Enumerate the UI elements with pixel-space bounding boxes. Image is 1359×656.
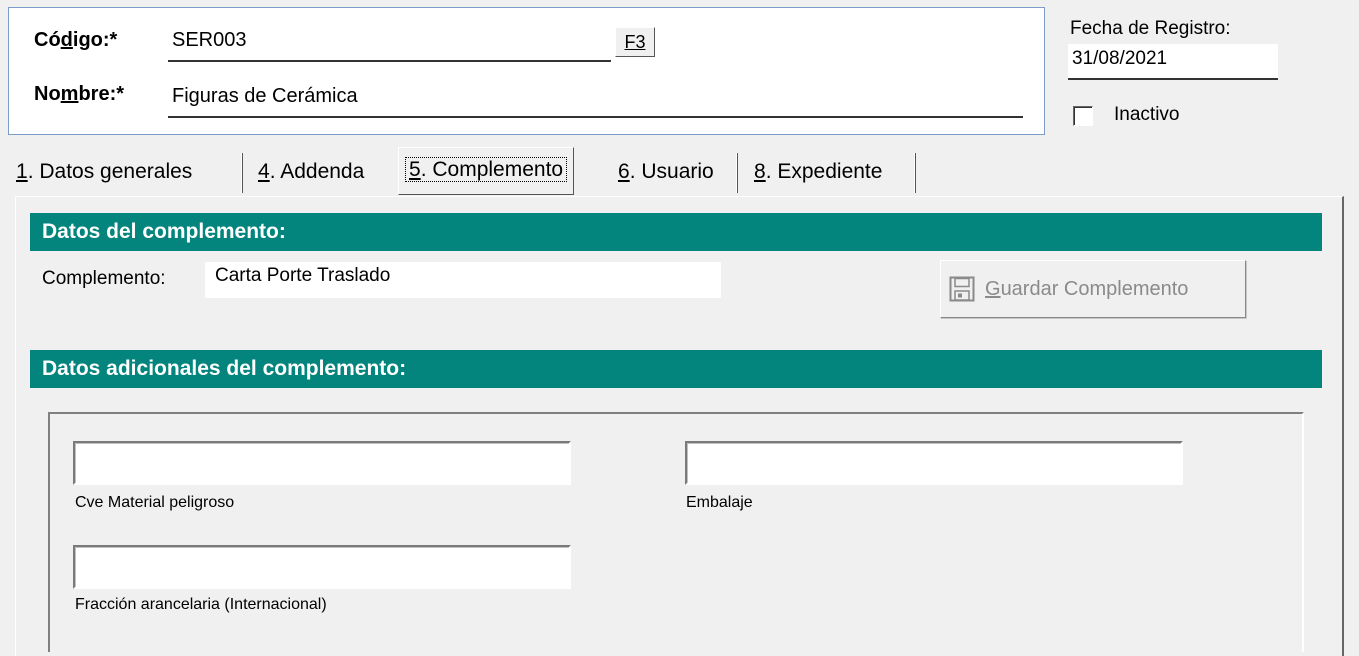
fraccion-arancelaria-input[interactable] <box>73 545 571 589</box>
tab-addenda[interactable]: 4. Addenda <box>258 152 364 196</box>
tab-expediente[interactable]: 8. Expediente <box>754 152 882 196</box>
codigo-underline <box>168 60 611 62</box>
fecha-label: Fecha de Registro: <box>1070 18 1231 39</box>
inactivo-checkbox[interactable] <box>1073 106 1093 126</box>
tab-separator <box>914 153 916 193</box>
fecha-value: 31/08/2021 <box>1072 48 1168 69</box>
tab-complemento[interactable]: 5. Complemento <box>398 147 575 195</box>
floppy-disk-icon <box>949 276 975 302</box>
section-header-datos-complemento: Datos del complemento: <box>30 213 1322 251</box>
nombre-underline <box>168 116 1023 118</box>
codigo-label: Código:* <box>34 29 118 51</box>
tab-datos-generales[interactable]: 1. Datos generales <box>16 152 192 196</box>
guardar-complemento-button[interactable]: Guardar Complemento <box>940 260 1246 318</box>
section-header-datos-adicionales: Datos adicionales del complemento: <box>30 350 1322 388</box>
embalaje-label: Embalaje <box>686 494 753 511</box>
tab-separator <box>241 153 243 193</box>
complemento-value: Carta Porte Traslado <box>215 265 391 286</box>
inactivo-label: Inactivo <box>1114 104 1180 125</box>
nombre-label: Nombre:* <box>34 83 125 105</box>
tab-usuario[interactable]: 6. Usuario <box>618 152 714 196</box>
cve-material-peligroso-label: Cve Material peligroso <box>75 494 235 511</box>
complemento-label: Complemento: <box>42 268 166 289</box>
codigo-field[interactable]: SER003 <box>172 29 247 52</box>
tab-separator <box>736 153 738 193</box>
embalaje-input[interactable] <box>685 441 1183 485</box>
guardar-complemento-label: Guardar Complemento <box>985 277 1189 300</box>
cve-material-peligroso-input[interactable] <box>73 441 571 485</box>
fraccion-arancelaria-label: Fracción arancelaria (Internacional) <box>75 596 327 613</box>
nombre-field[interactable]: Figuras de Cerámica <box>172 85 358 108</box>
f3-lookup-button[interactable]: F3 <box>615 27 655 57</box>
